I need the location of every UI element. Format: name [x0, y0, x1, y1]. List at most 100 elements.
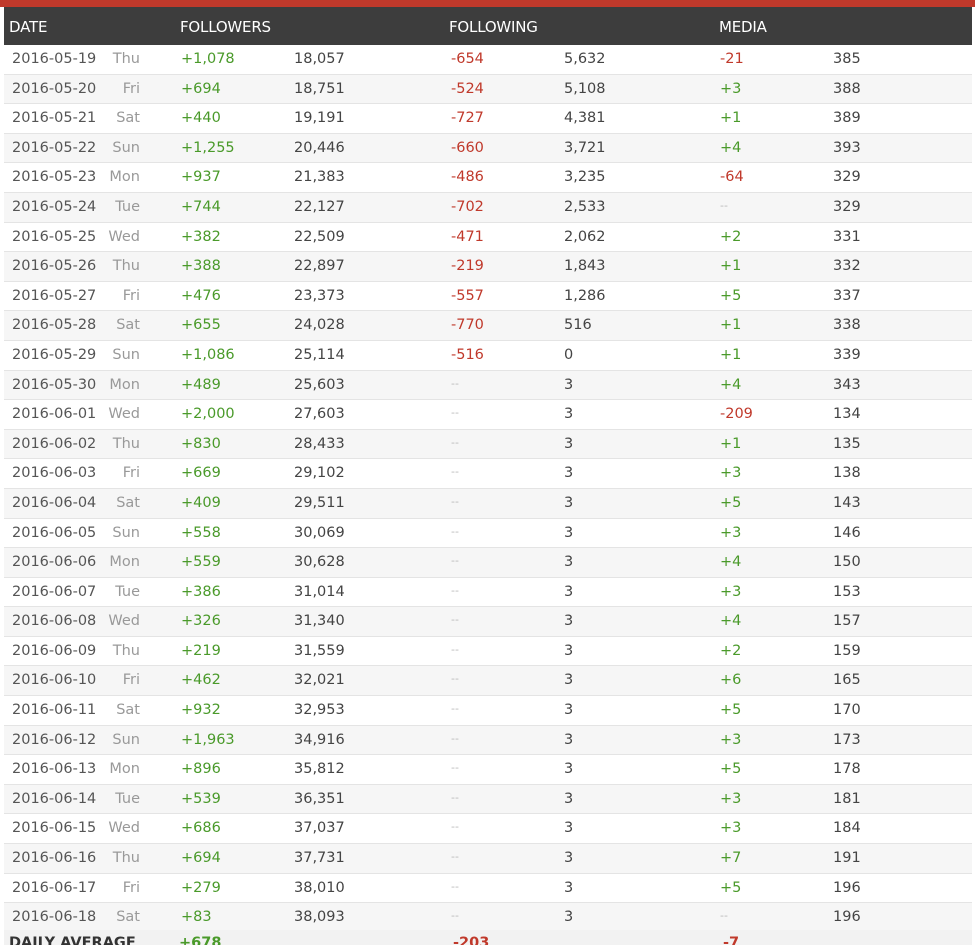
- table-row: 2016-06-12 Sun +1,963 34,916 -- 3 +3 173: [4, 725, 972, 756]
- row-weekday: Mon: [109, 761, 140, 778]
- header-following: FOLLOWING: [449, 18, 538, 36]
- table-row: 2016-06-07 Tue +386 31,014 -- 3 +3 153: [4, 578, 972, 608]
- table-row: 2016-06-17 Fri +279 38,010 -- 3 +5 196: [4, 874, 972, 904]
- daily-average-row: DAILY AVERAGE +678 -203 -7: [4, 930, 972, 945]
- row-media-total: 196: [833, 879, 861, 896]
- row-media-change: +3: [720, 790, 742, 807]
- row-date: 2016-06-07: [12, 583, 97, 600]
- table-row: 2016-06-06 Mon +559 30,628 -- 3 +4 150: [4, 548, 972, 578]
- daily-average-following: -203: [453, 935, 490, 945]
- row-media-total: 388: [833, 80, 861, 97]
- row-following-change: -654: [451, 51, 484, 67]
- row-following-total: 3: [564, 761, 574, 778]
- row-following-change: -219: [451, 258, 484, 275]
- row-weekday: Tue: [115, 583, 140, 600]
- row-weekday: Thu: [112, 435, 140, 452]
- row-following-change: --: [451, 435, 459, 449]
- row-date: 2016-06-08: [12, 613, 97, 630]
- row-following-total: 3: [564, 494, 574, 511]
- row-weekday: Sat: [116, 702, 140, 719]
- table-row: 2016-06-11 Sat +932 32,953 -- 3 +5 170: [4, 696, 972, 726]
- row-following-change: -557: [451, 287, 484, 304]
- row-followers-change: +219: [181, 642, 221, 659]
- row-date: 2016-05-23: [12, 169, 97, 186]
- row-weekday: Fri: [122, 80, 140, 97]
- row-date: 2016-05-30: [12, 376, 97, 393]
- row-followers-total: 31,014: [294, 583, 345, 600]
- row-media-total: 150: [833, 554, 861, 571]
- row-followers-total: 24,028: [294, 317, 345, 334]
- row-following-total: 3: [564, 909, 574, 926]
- row-followers-total: 27,603: [294, 406, 345, 423]
- row-media-total: 339: [833, 346, 861, 363]
- header-date: DATE: [9, 18, 48, 36]
- row-media-total: 329: [833, 169, 861, 186]
- row-followers-change: +326: [181, 613, 221, 630]
- row-media-change: +3: [720, 465, 742, 482]
- row-weekday: Sun: [112, 731, 140, 748]
- row-followers-total: 22,897: [294, 258, 345, 275]
- row-date: 2016-06-11: [12, 702, 97, 719]
- row-followers-change: +896: [181, 761, 221, 778]
- row-following-total: 3: [564, 850, 574, 867]
- row-following-change: --: [451, 642, 459, 656]
- row-weekday: Wed: [108, 613, 140, 630]
- row-followers-change: +382: [181, 228, 221, 245]
- row-date: 2016-06-15: [12, 820, 97, 837]
- row-media-total: 329: [833, 198, 861, 215]
- row-followers-total: 35,812: [294, 761, 345, 778]
- row-followers-change: +386: [181, 583, 221, 600]
- row-following-change: --: [451, 524, 459, 538]
- daily-average-media: -7: [723, 935, 740, 945]
- row-following-total: 3: [564, 376, 574, 393]
- row-media-change: +4: [720, 139, 742, 156]
- row-weekday: Sat: [116, 317, 140, 334]
- row-date: 2016-05-27: [12, 287, 97, 304]
- row-followers-total: 19,191: [294, 110, 345, 127]
- table-row: 2016-05-27 Fri +476 23,373 -557 1,286 +5 337: [4, 282, 972, 312]
- table-row: 2016-06-02 Thu +830 28,433 -- 3 +1 135: [4, 429, 972, 460]
- row-following-total: 1,843: [564, 258, 606, 275]
- row-followers-change: +489: [181, 376, 221, 393]
- row-following-change: --: [451, 790, 459, 804]
- row-following-change: --: [451, 376, 459, 390]
- table-row: 2016-06-01 Wed +2,000 27,603 -- 3 -209 134: [4, 400, 972, 430]
- row-following-change: --: [451, 554, 459, 568]
- row-date: 2016-06-01: [12, 406, 97, 423]
- row-weekday: Sat: [116, 110, 140, 127]
- row-following-total: 2,062: [564, 228, 606, 245]
- row-following-total: 3: [564, 613, 574, 630]
- row-following-total: 5,632: [564, 51, 606, 67]
- row-media-change: +1: [720, 435, 742, 452]
- row-weekday: Sun: [112, 139, 140, 156]
- row-following-change: -727: [451, 110, 484, 127]
- row-following-change: --: [451, 850, 459, 864]
- row-following-total: 3: [564, 642, 574, 659]
- row-date: 2016-05-25: [12, 228, 97, 245]
- row-followers-change: +744: [181, 198, 221, 215]
- row-weekday: Fri: [122, 287, 140, 304]
- row-weekday: Sat: [116, 494, 140, 511]
- row-followers-total: 32,953: [294, 702, 345, 719]
- row-media-total: 138: [833, 465, 861, 482]
- row-following-total: 5,108: [564, 80, 606, 97]
- row-weekday: Fri: [122, 672, 140, 689]
- row-date: 2016-05-22: [12, 139, 97, 156]
- row-media-change: +4: [720, 376, 742, 393]
- row-weekday: Sun: [112, 524, 140, 541]
- row-weekday: Sat: [116, 909, 140, 926]
- row-media-total: 165: [833, 672, 861, 689]
- header-media: MEDIA: [719, 18, 767, 36]
- row-followers-change: +1,078: [181, 51, 235, 67]
- row-following-change: -516: [451, 346, 484, 363]
- row-followers-total: 37,037: [294, 820, 345, 837]
- row-followers-total: 20,446: [294, 139, 345, 156]
- row-weekday: Thu: [112, 850, 140, 867]
- table-row: 2016-06-05 Sun +558 30,069 -- 3 +3 146: [4, 519, 972, 549]
- row-weekday: Wed: [108, 820, 140, 837]
- row-followers-total: 22,509: [294, 228, 345, 245]
- row-followers-change: +932: [181, 702, 221, 719]
- table-row: 2016-05-20 Fri +694 18,751 -524 5,108 +3 388: [4, 74, 972, 105]
- row-followers-total: 22,127: [294, 198, 345, 215]
- row-following-total: 3: [564, 524, 574, 541]
